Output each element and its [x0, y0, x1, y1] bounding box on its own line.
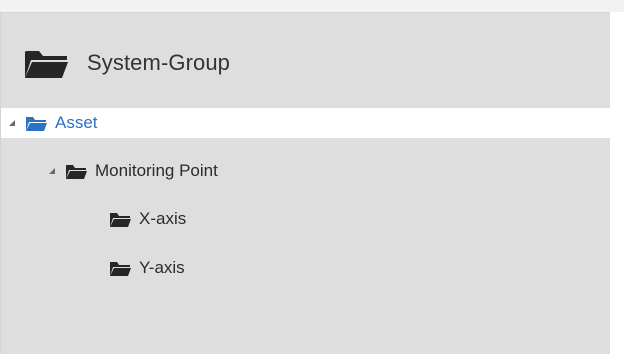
app-frame: System-Group Asset Monitoring Point X-ax…: [0, 0, 624, 354]
panel-header: System-Group: [23, 41, 230, 85]
folder-open-icon: [109, 211, 131, 228]
tree-node-label: Y-axis: [139, 258, 185, 277]
tree-node-monitoring-point[interactable]: Monitoring Point: [1, 156, 401, 186]
folder-open-icon: [65, 163, 87, 180]
tree-node-label: Monitoring Point: [95, 161, 218, 180]
expand-toggle-icon[interactable]: [47, 166, 57, 176]
tree-node-label: Asset: [55, 113, 98, 132]
panel-title: System-Group: [87, 50, 231, 75]
tree-node-x-axis[interactable]: X-axis: [1, 204, 301, 234]
tree-node-asset[interactable]: Asset: [1, 108, 611, 138]
system-group-panel: System-Group Asset Monitoring Point X-ax…: [0, 12, 611, 354]
folder-open-icon: [23, 46, 69, 80]
tree-node-label: X-axis: [139, 209, 187, 228]
folder-open-icon: [109, 260, 131, 277]
folder-open-icon: [25, 115, 47, 132]
tree-node-y-axis[interactable]: Y-axis: [1, 253, 301, 283]
content-pane: [610, 12, 624, 354]
expand-toggle-icon[interactable]: [7, 118, 17, 128]
